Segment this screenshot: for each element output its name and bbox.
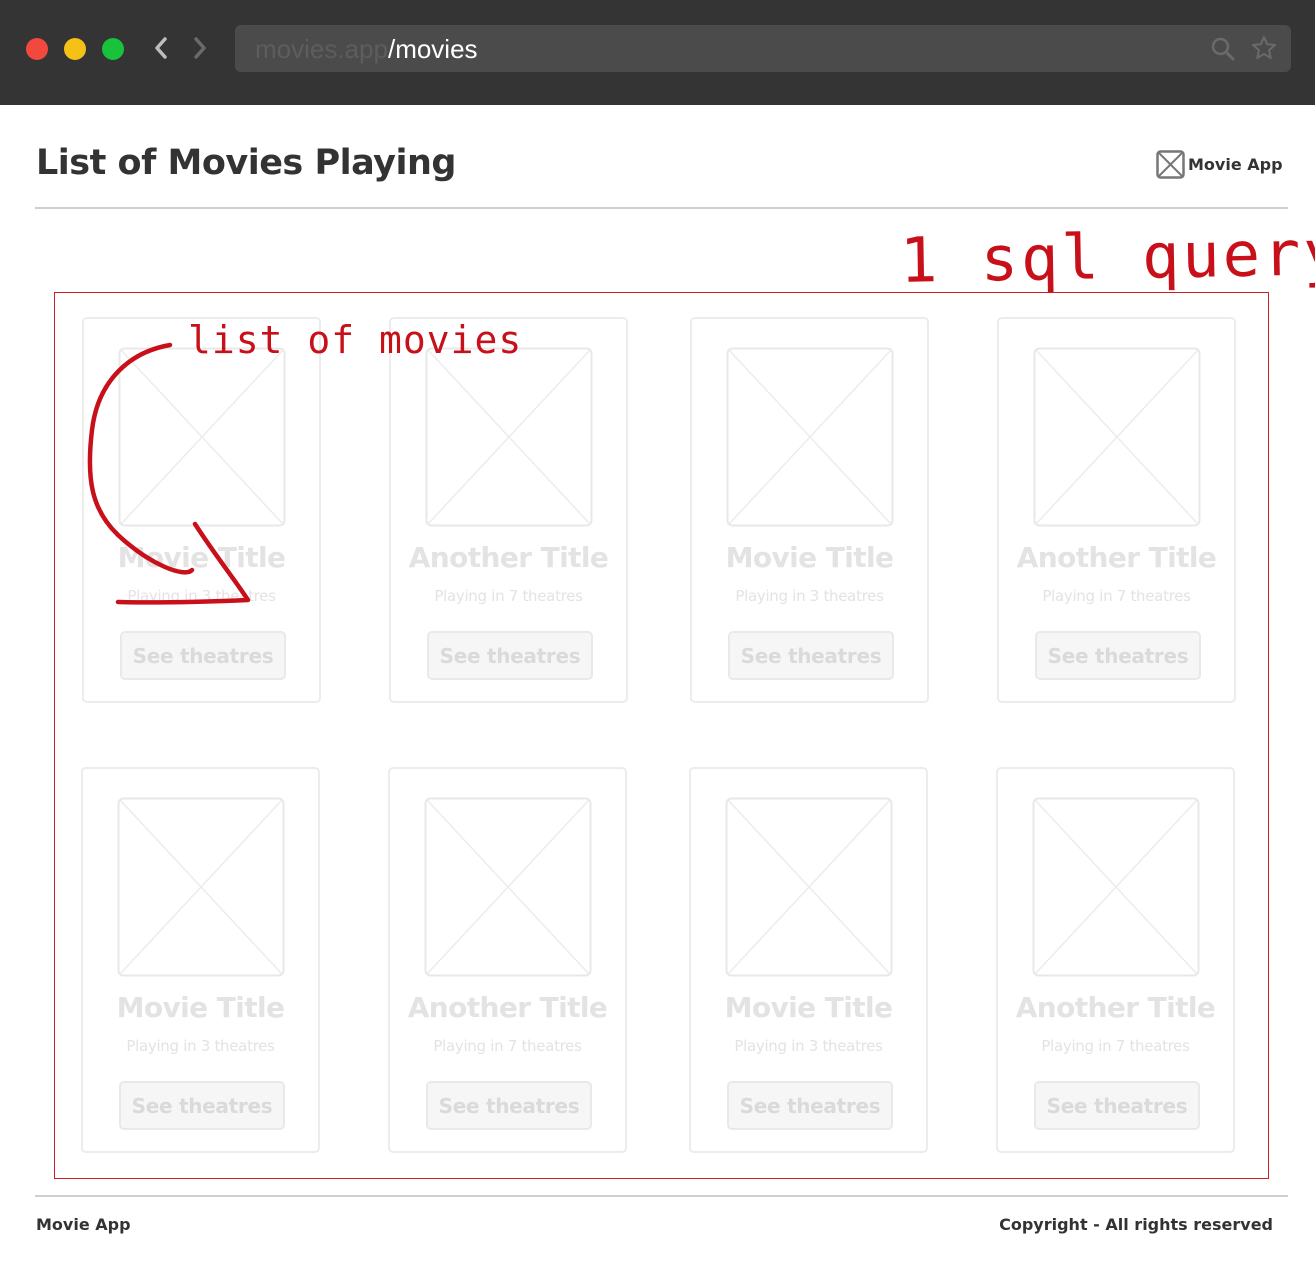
movie-title: Movie Title [724,991,893,1024]
movie-card: Another Title Playing in 7 theatres See … [996,767,1235,1153]
movie-title: Movie Title [116,991,285,1024]
movie-subtitle: Playing in 3 theatres [126,1037,275,1055]
movie-subtitle: Playing in 3 theatres [734,1037,883,1055]
see-theatres-button[interactable]: See theatres [1034,1081,1200,1130]
see-theatres-button[interactable]: See theatres [426,1081,592,1130]
footer-divider [35,1195,1288,1197]
list-of-movies-note: list of movies [188,318,523,362]
footer-copyright: Copyright - All rights reserved [999,1215,1273,1234]
movie-title: Another Title [1015,991,1216,1024]
see-theatres-button[interactable]: See theatres [727,1081,893,1130]
movie-card: Movie Title Playing in 3 theatres See th… [690,317,929,703]
see-theatres-button[interactable]: See theatres [728,631,894,680]
poster-placeholder-icon [725,797,893,977]
movie-title: Movie Title [117,541,286,574]
movie-card: Movie Title Playing in 3 theatres See th… [82,317,321,703]
footer-brand: Movie App [36,1215,131,1234]
movie-title: Another Title [408,541,609,574]
movie-subtitle: Playing in 3 theatres [127,587,276,605]
movie-subtitle: Playing in 7 theatres [1042,587,1191,605]
see-theatres-button[interactable]: See theatres [1035,631,1201,680]
poster-placeholder-icon [425,347,593,527]
poster-placeholder-icon [424,797,592,977]
movie-subtitle: Playing in 7 theatres [1041,1037,1190,1055]
see-theatres-button[interactable]: See theatres [427,631,593,680]
see-theatres-button[interactable]: See theatres [120,631,286,680]
movie-card: Another Title Playing in 7 theatres See … [389,317,628,703]
poster-placeholder-icon [118,347,286,527]
movie-subtitle: Playing in 3 theatres [735,587,884,605]
movie-card: Movie Title Playing in 3 theatres See th… [81,767,320,1153]
movie-card: Movie Title Playing in 3 theatres See th… [689,767,928,1153]
poster-placeholder-icon [1032,797,1200,977]
movie-grid: Movie Title Playing in 3 theatres See th… [0,0,1315,1270]
sql-query-note: 1 sql query [899,216,1315,297]
poster-placeholder-icon [1033,347,1201,527]
movie-title: Another Title [407,991,608,1024]
poster-placeholder-icon [117,797,285,977]
see-theatres-button[interactable]: See theatres [119,1081,285,1130]
movie-card: Another Title Playing in 7 theatres See … [997,317,1236,703]
movie-card: Another Title Playing in 7 theatres See … [388,767,627,1153]
poster-placeholder-icon [726,347,894,527]
movie-title: Another Title [1016,541,1217,574]
movie-title: Movie Title [725,541,894,574]
movie-subtitle: Playing in 7 theatres [433,1037,582,1055]
movie-subtitle: Playing in 7 theatres [434,587,583,605]
